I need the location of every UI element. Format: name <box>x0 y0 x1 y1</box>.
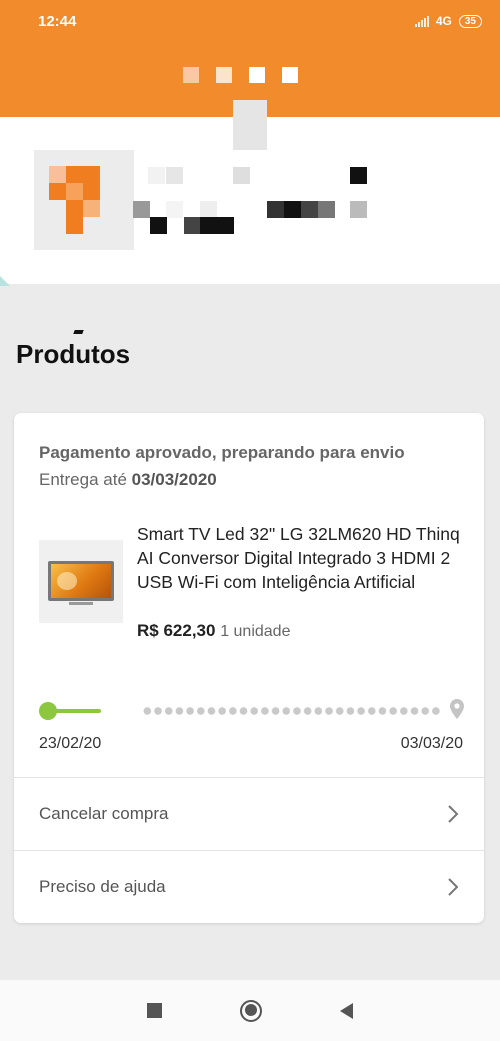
product-title[interactable]: Smart TV Led 32" LG 32LM620 HD Thinq AI … <box>137 522 467 594</box>
store-logo-icon <box>49 166 100 234</box>
battery-icon: 35 <box>458 14 482 28</box>
delivery-date: 03/03/2020 <box>131 470 217 489</box>
delivery-label: Entrega até <box>39 470 127 489</box>
page-title: Produtos <box>16 339 131 369</box>
status-bar: 12:44 4G 35 <box>0 0 500 42</box>
chevron-right-icon <box>448 805 459 823</box>
network-label: 4G <box>435 14 452 28</box>
back-button[interactable] <box>340 1002 353 1019</box>
redacted-header-title <box>183 67 298 83</box>
status-time: 12:44 <box>38 12 77 30</box>
cancel-purchase-button[interactable]: Cancelar compra <box>14 777 484 850</box>
status-indicators: 4G 35 <box>414 14 482 28</box>
chevron-right-icon <box>448 878 459 896</box>
recent-apps-button[interactable] <box>147 1003 162 1018</box>
tracking-end-date: 03/03/20 <box>400 735 463 752</box>
seller-panel <box>0 100 500 284</box>
product-image[interactable] <box>39 540 123 623</box>
progress-fill <box>51 709 101 713</box>
progress-start-dot <box>39 702 57 720</box>
tv-icon <box>48 561 114 601</box>
delivery-estimate: Entrega até 03/03/2020 <box>39 470 217 490</box>
cancel-purchase-label: Cancelar compra <box>39 804 169 823</box>
delivery-progress <box>39 699 464 723</box>
location-pin-icon <box>450 699 464 719</box>
price-line: R$ 622,30 1 unidade <box>137 621 290 641</box>
order-card: Pagamento aprovado, preparando para envi… <box>14 413 484 923</box>
tracking-start-date: 23/02/20 <box>39 735 102 752</box>
seller-logo <box>34 150 134 250</box>
decoration <box>73 330 84 334</box>
progress-remaining-dots <box>142 707 442 715</box>
home-button[interactable] <box>240 999 262 1022</box>
product-price: R$ 622,30 <box>137 621 216 640</box>
signal-icon <box>414 15 429 27</box>
order-status: Pagamento aprovado, preparando para envi… <box>39 443 405 462</box>
system-nav-bar <box>0 980 500 1041</box>
redacted-block <box>233 100 267 150</box>
decoration <box>0 276 10 286</box>
product-quantity: 1 unidade <box>220 623 291 640</box>
battery-level: 35 <box>464 15 476 27</box>
help-label: Preciso de ajuda <box>39 877 166 896</box>
help-button[interactable]: Preciso de ajuda <box>14 850 484 923</box>
